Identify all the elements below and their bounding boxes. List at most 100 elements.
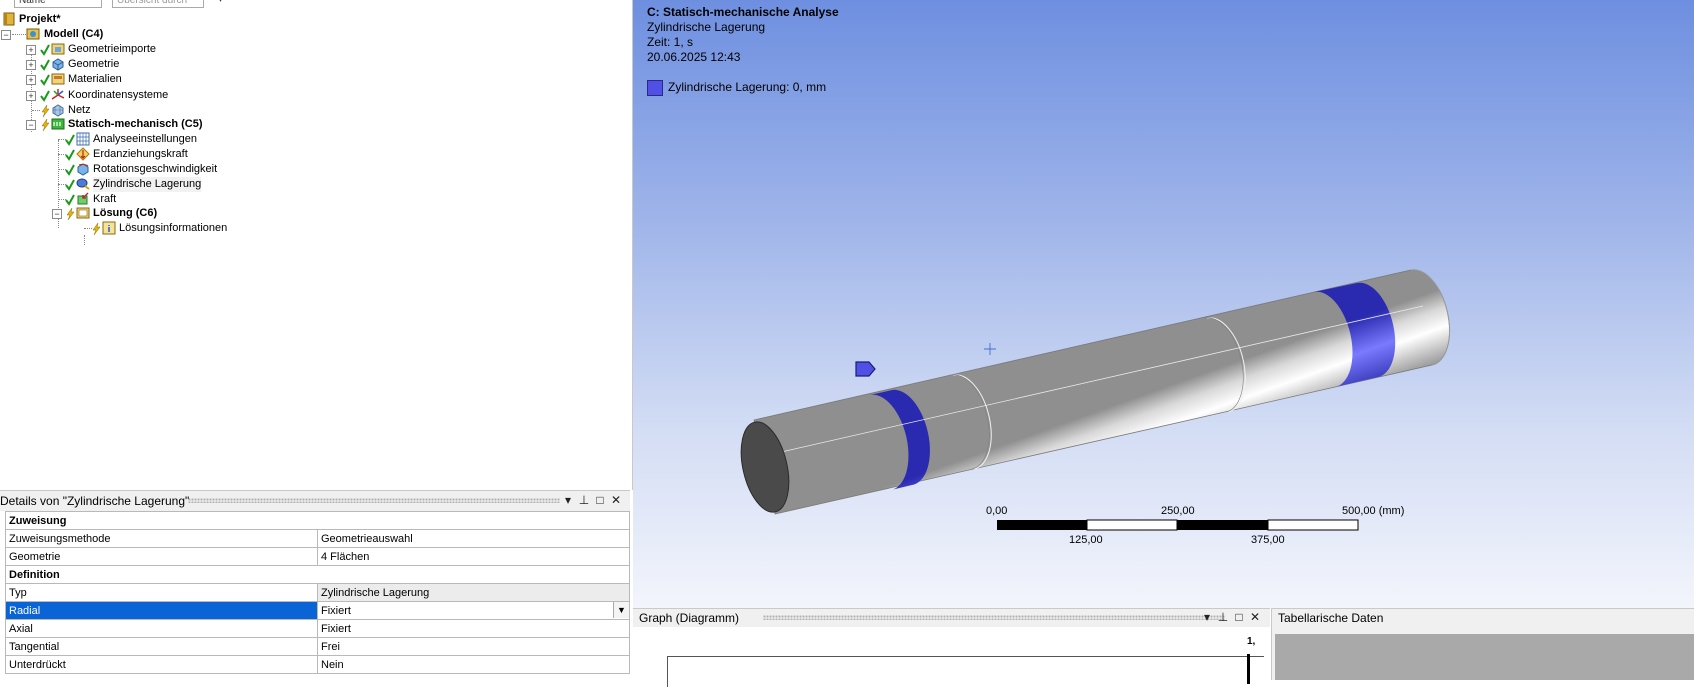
group-label: Zuweisung bbox=[5, 511, 630, 530]
panel-menu-icon[interactable]: ▾ bbox=[561, 493, 575, 507]
tree-item-loesungsinformationen[interactable]: Lösungsinformationen bbox=[0, 221, 240, 236]
details-title-bar: Details von "Zylindrische Lagerung" ▾ ⊥ … bbox=[0, 490, 630, 511]
scale-bar-segment bbox=[997, 520, 1087, 530]
tree-item-rotationsgeschwindigkeit[interactable]: Rotationsgeschwindigkeit bbox=[0, 162, 240, 177]
maximize-icon[interactable]: □ bbox=[593, 493, 607, 507]
graph-plot-area[interactable] bbox=[667, 656, 1264, 687]
details-group-header[interactable]: Definition bbox=[5, 565, 630, 584]
property-name: Unterdrückt bbox=[5, 655, 318, 674]
cylindrical-support-icon bbox=[76, 178, 90, 190]
expand-icon[interactable]: + bbox=[26, 60, 36, 70]
scale-bar-segment bbox=[1267, 519, 1359, 531]
tree-item-statisch-mechanisch[interactable]: − Statisch-mechanisch (C5) bbox=[0, 117, 220, 132]
property-value-dropdown[interactable]: Fixiert ▼ bbox=[317, 601, 630, 620]
tree-item-loesung[interactable]: − Lösung (C6) bbox=[0, 206, 220, 221]
collapse-icon[interactable]: − bbox=[26, 120, 36, 130]
details-row-selected[interactable]: Radial Fixiert ▼ bbox=[5, 601, 630, 620]
outline-tree-panel: Name Übersicht durch ▾ Projekt* − Modell… bbox=[0, 0, 633, 490]
details-row[interactable]: Unterdrückt Nein bbox=[5, 655, 630, 674]
check-icon bbox=[65, 134, 75, 146]
tabular-data-title-bar: Tabellarische Daten bbox=[1272, 608, 1694, 627]
collapse-icon[interactable]: − bbox=[1, 30, 11, 40]
filter-dropdown-icon[interactable]: ▾ bbox=[214, 0, 234, 8]
property-value[interactable]: Geometrieauswahl bbox=[317, 529, 630, 548]
property-name: Zuweisungsmethode bbox=[5, 529, 318, 548]
property-value[interactable]: Zylindrische Lagerung bbox=[317, 583, 630, 602]
tree-item-modell[interactable]: − Modell (C4) bbox=[0, 27, 200, 42]
panel-menu-icon[interactable]: ▾ bbox=[1200, 610, 1214, 624]
tree-item-label: Geometrie bbox=[68, 58, 120, 70]
graph-title-bar: Graph (Diagramm) ▾ ⊥ □ ✕ bbox=[633, 608, 1270, 627]
tree-item-label: Projekt* bbox=[19, 13, 61, 25]
expand-icon[interactable]: + bbox=[26, 91, 36, 101]
tree-item-erdanziehungskraft[interactable]: Erdanziehungskraft bbox=[0, 147, 220, 162]
tree-item-label: Statisch-mechanisch (C5) bbox=[68, 118, 203, 130]
lightning-icon bbox=[66, 208, 75, 220]
property-value[interactable]: Fixiert bbox=[317, 619, 630, 638]
scale-label: 375,00 bbox=[1251, 534, 1285, 546]
tree-item-analyseeinstellungen[interactable]: Analyseeinstellungen bbox=[0, 132, 220, 147]
tree-item-label: Rotationsgeschwindigkeit bbox=[93, 163, 218, 175]
tree-item-kraft[interactable]: Kraft bbox=[0, 192, 220, 207]
close-icon[interactable]: ✕ bbox=[1248, 610, 1262, 624]
expand-icon[interactable]: + bbox=[26, 45, 36, 55]
details-row[interactable]: Axial Fixiert bbox=[5, 619, 630, 638]
graphics-viewport[interactable]: C: Statisch-mechanische Analyse Zylindri… bbox=[633, 0, 1694, 608]
scale-bar bbox=[997, 519, 1359, 531]
tree-item-projekt[interactable]: Projekt* bbox=[0, 12, 200, 27]
scale-label: 125,00 bbox=[1069, 534, 1103, 546]
analysis-settings-icon bbox=[76, 132, 90, 146]
property-value[interactable]: Frei bbox=[317, 637, 630, 656]
tree-item-geometrieimporte[interactable]: + Geometrieimporte bbox=[0, 42, 200, 57]
coordinate-system-icon bbox=[51, 89, 65, 100]
property-name: Typ bbox=[5, 583, 318, 602]
filter-search-input[interactable]: Übersicht durch bbox=[112, 0, 204, 8]
tree-item-materialien[interactable]: + Materialien bbox=[0, 72, 200, 87]
details-panel: Details von "Zylindrische Lagerung" ▾ ⊥ … bbox=[0, 490, 632, 680]
rotational-velocity-icon bbox=[77, 163, 89, 176]
property-value[interactable]: Nein bbox=[317, 655, 630, 674]
check-icon bbox=[65, 149, 75, 161]
force-icon bbox=[77, 192, 89, 205]
filter-name-select[interactable]: Name bbox=[14, 0, 102, 8]
tree-item-koordinatensysteme[interactable]: + Koordinatensysteme bbox=[0, 88, 200, 103]
tree-item-label: Kraft bbox=[93, 193, 117, 205]
tabular-data-title: Tabellarische Daten bbox=[1278, 611, 1384, 625]
lightning-icon bbox=[92, 223, 101, 235]
pin-icon[interactable]: ⊥ bbox=[1216, 610, 1230, 624]
graph-time-label: 1, bbox=[1247, 636, 1256, 647]
close-icon[interactable]: ✕ bbox=[609, 493, 623, 507]
pin-icon[interactable]: ⊥ bbox=[577, 493, 591, 507]
panel-grip[interactable] bbox=[763, 615, 1225, 620]
maximize-icon[interactable]: □ bbox=[1232, 610, 1246, 624]
tabular-data-area[interactable] bbox=[1275, 634, 1694, 680]
tabular-data-panel: Tabellarische Daten bbox=[1271, 608, 1694, 680]
details-row[interactable]: Geometrie 4 Flächen bbox=[5, 547, 630, 566]
details-row[interactable]: Typ Zylindrische Lagerung bbox=[5, 583, 630, 602]
tree-filter-bar: Name Übersicht durch ▾ bbox=[0, 0, 632, 10]
expand-icon[interactable]: + bbox=[26, 75, 36, 85]
scale-label: 500,00 (mm) bbox=[1342, 505, 1405, 517]
tree-item-geometrie[interactable]: + Geometrie bbox=[0, 57, 200, 72]
tree-item-label: Koordinatensysteme bbox=[68, 89, 169, 101]
tree-item-netz[interactable]: Netz bbox=[0, 103, 200, 118]
support-annotation-marker[interactable] bbox=[855, 361, 876, 377]
property-value[interactable]: 4 Flächen bbox=[317, 547, 630, 566]
details-group-header[interactable]: Zuweisung bbox=[5, 511, 630, 530]
dropdown-arrow-icon[interactable]: ▼ bbox=[613, 602, 629, 618]
graph-title: Graph (Diagramm) bbox=[639, 611, 740, 625]
tree-connector bbox=[12, 34, 26, 35]
details-row[interactable]: Zuweisungsmethode Geometrieauswahl bbox=[5, 529, 630, 548]
property-value: Fixiert bbox=[321, 604, 351, 617]
graph-panel: Graph (Diagramm) ▾ ⊥ □ ✕ 1, bbox=[633, 608, 1270, 687]
collapse-icon[interactable]: − bbox=[52, 209, 62, 219]
check-icon bbox=[65, 164, 75, 176]
geometry-import-icon bbox=[51, 43, 65, 55]
panel-grip[interactable] bbox=[188, 498, 560, 503]
details-row[interactable]: Tangential Frei bbox=[5, 637, 630, 656]
property-name: Geometrie bbox=[5, 547, 318, 566]
tree-item-zylindrische-lagerung[interactable]: Zylindrische Lagerung bbox=[0, 177, 240, 192]
check-icon bbox=[65, 179, 75, 191]
property-name: Radial bbox=[5, 601, 318, 620]
group-label: Definition bbox=[5, 565, 630, 584]
